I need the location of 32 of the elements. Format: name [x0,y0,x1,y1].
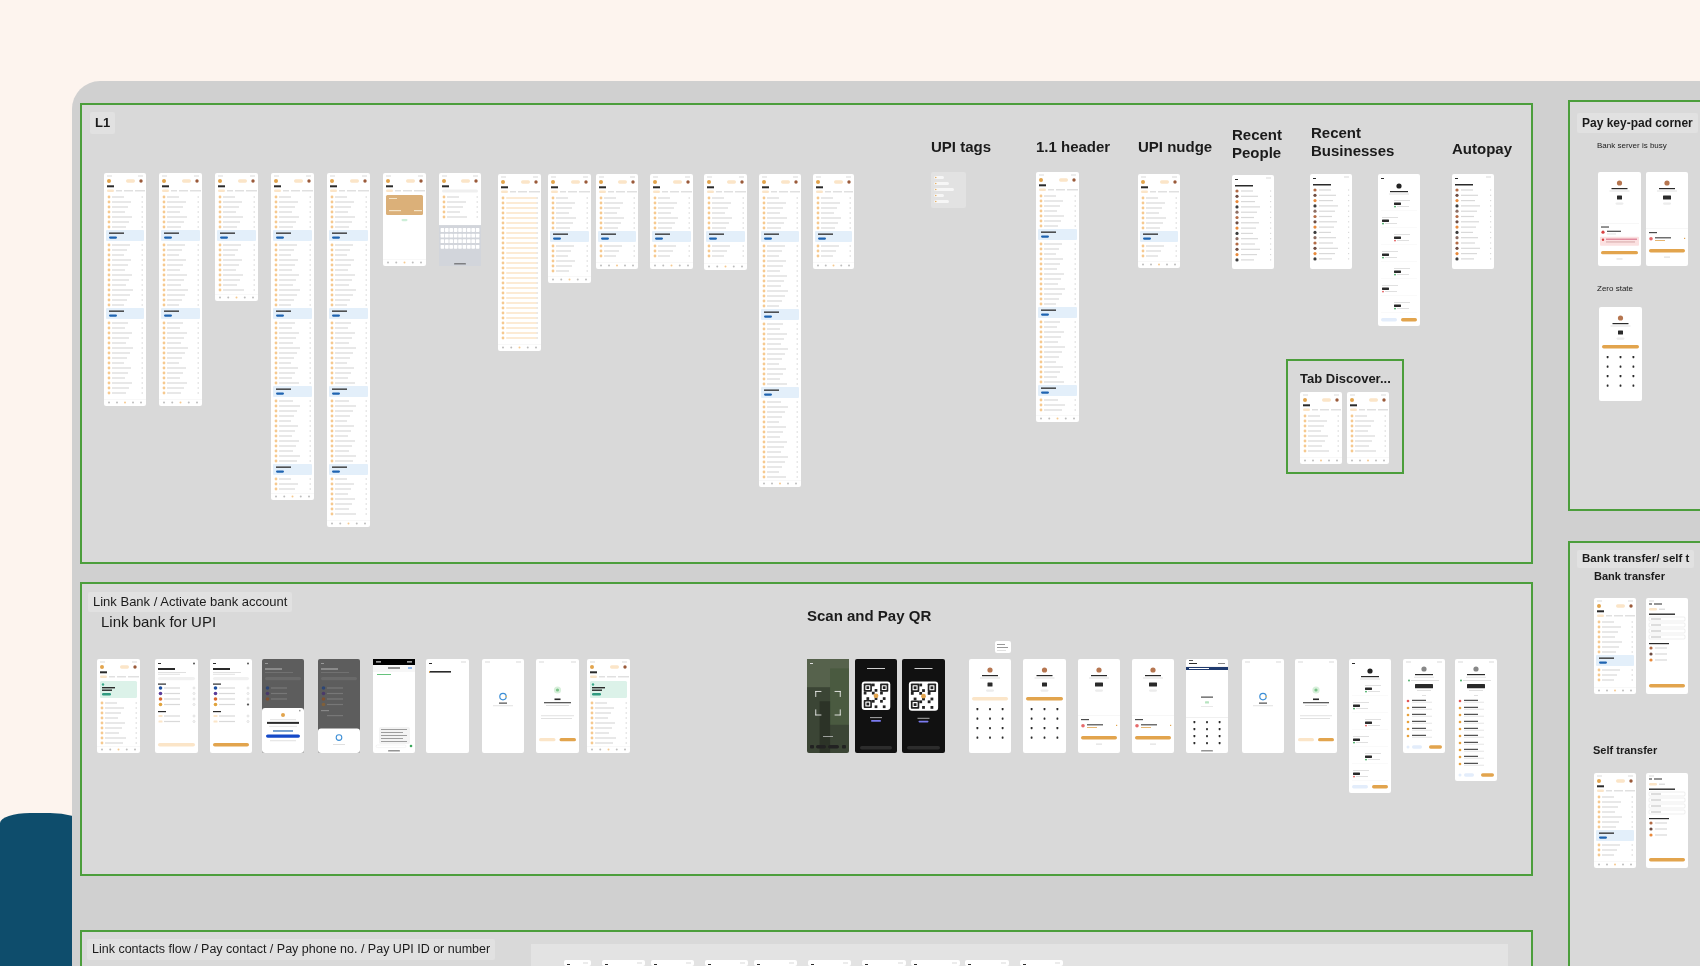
phone-screen-drawing [754,960,797,966]
phone-screen-drawing [1020,960,1063,966]
section-title: Tab Discover... [1299,370,1392,388]
section-title: Link contacts flow / Pay contact / Pay phone no. / Pay UPI ID or number [87,939,496,960]
frame-label: Link bank for UPI [101,613,217,631]
frame-label: Scan and Pay QR [807,607,932,625]
phone-screen-drawing [1347,392,1389,464]
frame-label: UPI tags [931,138,991,156]
phone-screen-drawing [602,960,645,966]
section-title: Pay key-pad corner [1577,113,1698,134]
phone-screen-drawing [808,960,851,966]
phone-screen-drawing [965,960,1009,966]
section-title: L1 [90,112,116,134]
phone-screen-drawing [862,960,906,966]
phone-screen-drawing [705,960,748,966]
phone-screen-drawing [911,960,960,966]
frame-label: Self transfer [1593,744,1658,758]
section-title: Link Bank / Activate bank account [88,592,293,612]
frame-label: 1.1 header [1036,138,1111,156]
section-title: Bank transfer/ self t [1577,550,1695,568]
frame-label: Recent Businesses [1311,124,1396,160]
note-card-drawing [995,641,1011,653]
phone-screen-drawing [564,960,591,966]
phone-screen-drawing [1300,392,1342,464]
phone-screen-drawing [651,960,694,966]
frame-label: Bank transfer [1594,570,1665,584]
frame-label: UPI nudge [1138,138,1213,156]
frame-label: Recent People [1232,126,1284,162]
tags-card-drawing [931,172,966,208]
frame-label: Zero state [1597,284,1633,294]
frame-label: Bank server is busy [1597,141,1667,151]
frame-label: Autopay [1452,140,1512,158]
